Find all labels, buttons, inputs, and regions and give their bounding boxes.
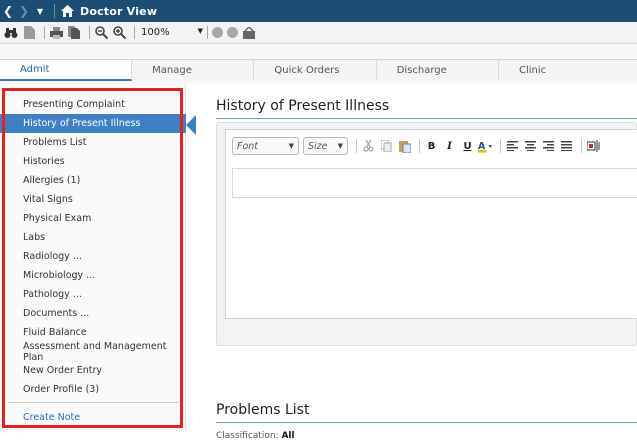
toolbar-divider xyxy=(207,26,208,39)
main-toolbar: 100% ▼ xyxy=(0,22,637,44)
highlight-box xyxy=(2,88,183,428)
tab-label: Quick Orders xyxy=(274,65,340,76)
align-left-icon[interactable] xyxy=(505,138,520,154)
size-select[interactable]: Size ▼ xyxy=(303,137,348,155)
zoom-in-icon[interactable] xyxy=(112,26,126,40)
font-color-icon[interactable]: A xyxy=(478,138,493,154)
editor-toolbar-divider xyxy=(419,139,420,153)
font-select-value: Font xyxy=(237,140,259,152)
zoom-out-icon[interactable] xyxy=(94,26,108,40)
tab-bar: Admit Manage Quick Orders Discharge Clin… xyxy=(0,59,637,83)
titlebar-divider xyxy=(54,4,55,18)
tab-label: Clinic xyxy=(519,65,547,76)
copy-document-icon[interactable] xyxy=(67,26,81,40)
tab-label: Discharge xyxy=(396,65,447,76)
font-select[interactable]: Font ▼ xyxy=(232,137,299,155)
insert-field-icon[interactable] xyxy=(586,138,601,154)
toolbar-divider xyxy=(44,26,45,39)
editor-toolbar-divider xyxy=(500,139,501,153)
classification-label: Classification: xyxy=(216,431,279,441)
hpi-section-rule xyxy=(216,118,637,119)
paste-icon[interactable] xyxy=(397,138,412,154)
tab-discharge[interactable]: Discharge xyxy=(376,59,500,81)
toolbar-divider xyxy=(134,26,135,39)
print-icon[interactable] xyxy=(49,26,63,40)
record-alt-icon[interactable] xyxy=(227,27,238,38)
title-bar: ❮ ❯ ▼ Doctor View xyxy=(0,0,637,22)
chevron-down-icon: ▼ xyxy=(337,142,343,150)
problems-section-rule xyxy=(216,422,637,423)
selection-pointer-icon xyxy=(186,115,196,135)
hpi-editor-panel: Font ▼ Size ▼ B I U A xyxy=(216,122,637,346)
hpi-section-title: History of Present Illness xyxy=(216,98,390,114)
tab-label: Manage xyxy=(152,65,192,76)
signature-icon[interactable] xyxy=(242,26,256,40)
tab-admit[interactable]: Admit xyxy=(0,59,133,81)
problems-section-title: Problems List xyxy=(216,402,310,418)
zoom-value: 100% xyxy=(141,27,170,38)
tab-quick-orders[interactable]: Quick Orders xyxy=(254,59,377,81)
bold-button[interactable]: B xyxy=(424,138,439,154)
back-icon[interactable]: ❮ xyxy=(0,0,16,22)
editor-toolbar-divider xyxy=(356,139,357,153)
underline-button[interactable]: U xyxy=(460,138,475,154)
document-icon[interactable] xyxy=(22,26,36,40)
main-content: History of Present Illness Font ▼ Size ▼ xyxy=(200,84,637,442)
classification-value: All xyxy=(281,431,295,441)
justify-icon[interactable] xyxy=(559,138,574,154)
align-center-icon[interactable] xyxy=(523,138,538,154)
binoculars-icon[interactable] xyxy=(4,26,18,40)
chevron-down-icon: ▼ xyxy=(197,27,203,35)
record-icon[interactable] xyxy=(212,27,223,38)
history-dropdown-icon[interactable]: ▼ xyxy=(32,0,48,22)
home-icon[interactable] xyxy=(61,5,74,17)
align-right-icon[interactable] xyxy=(541,138,556,154)
toolbar-divider xyxy=(89,26,90,39)
editor-toolbar-divider xyxy=(581,139,582,153)
copy-icon[interactable] xyxy=(379,138,394,154)
forward-icon[interactable]: ❯ xyxy=(16,0,32,22)
zoom-select[interactable]: 100% ▼ xyxy=(141,27,203,38)
classification-filter[interactable]: Classification: All xyxy=(216,431,295,441)
chevron-down-icon: ▼ xyxy=(288,142,294,150)
tab-clinic[interactable]: Clinic xyxy=(499,59,637,81)
tab-label: Admit xyxy=(20,64,50,75)
italic-button[interactable]: I xyxy=(442,138,457,154)
editor-toolbar: Font ▼ Size ▼ B I U A xyxy=(232,136,604,156)
window-title: Doctor View xyxy=(80,4,158,18)
rich-text-editor: Font ▼ Size ▼ B I U A xyxy=(225,129,637,319)
cut-icon[interactable] xyxy=(361,138,376,154)
tab-manage[interactable]: Manage xyxy=(132,59,255,81)
hpi-text-area[interactable] xyxy=(232,168,637,198)
size-select-value: Size xyxy=(308,140,328,152)
